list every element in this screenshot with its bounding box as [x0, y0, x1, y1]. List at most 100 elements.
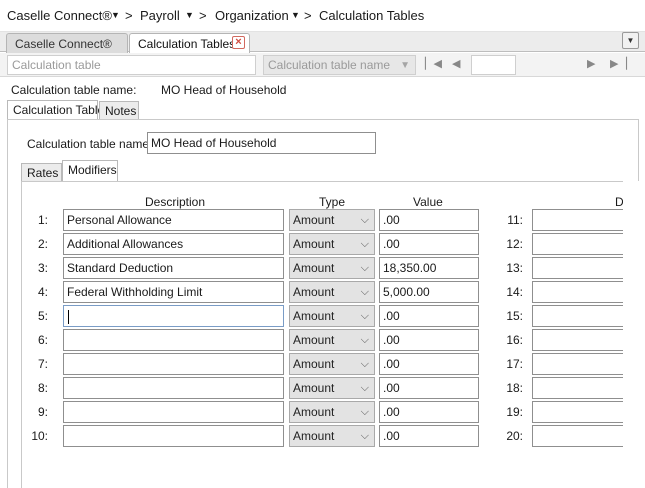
value-value: .00	[383, 405, 400, 419]
type-value: Amount	[293, 261, 335, 275]
breadcrumb-item-caselle-connect[interactable]: Caselle Connect®	[7, 8, 112, 23]
type-select[interactable]: Amount ⌵	[289, 257, 375, 279]
calculation-table-name-value: MO Head of Household	[151, 136, 277, 150]
chevron-down-icon[interactable]: ▼	[291, 10, 300, 20]
type-value: Amount	[293, 213, 335, 227]
value-value: .00	[383, 237, 400, 251]
breadcrumb-separator: >	[199, 8, 207, 23]
type-select[interactable]: Amount ⌵	[289, 377, 375, 399]
column-header-type: Type	[319, 195, 346, 209]
value-value: 18,350.00	[383, 261, 437, 275]
description-field[interactable]	[63, 305, 284, 327]
breadcrumb-item-payroll[interactable]: Payroll	[140, 8, 180, 23]
row-number: 18:	[506, 381, 523, 395]
description-field[interactable]	[63, 377, 284, 399]
description-value: Personal Allowance	[67, 213, 172, 227]
first-record-icon[interactable]: ▏◀	[425, 57, 442, 70]
value-field[interactable]: .00	[379, 305, 479, 327]
description-field[interactable]	[63, 329, 284, 351]
row-number: 15:	[506, 309, 523, 323]
row-number: 19:	[506, 405, 523, 419]
row-number: 2:	[37, 237, 48, 251]
row-number: 6:	[37, 333, 48, 347]
value-field[interactable]: 18,350.00	[379, 257, 479, 279]
type-select[interactable]: Amount ⌵	[289, 425, 375, 447]
row-number: 8:	[37, 381, 48, 395]
value-value: .00	[383, 213, 400, 227]
calculation-table-input[interactable]: Calculation table	[7, 55, 256, 75]
row-number: 7:	[37, 357, 48, 371]
chevron-down-icon: ⌵	[360, 214, 369, 226]
description-field[interactable]	[63, 425, 284, 447]
tab-label: Notes	[105, 104, 137, 118]
type-select[interactable]: Amount ⌵	[289, 353, 375, 375]
value-field[interactable]: .00	[379, 401, 479, 423]
value-field[interactable]: .00	[379, 209, 479, 231]
close-icon[interactable]: ×	[232, 36, 245, 49]
value-field[interactable]: 5,000.00	[379, 281, 479, 303]
description-value: Additional Allowances	[67, 237, 184, 251]
type-select[interactable]: Amount ⌵	[289, 305, 375, 327]
column-header-value: Value	[413, 195, 443, 209]
value-field[interactable]: .00	[379, 353, 479, 375]
breadcrumb-separator: >	[125, 8, 133, 23]
chevron-down-icon: ⌵	[360, 334, 369, 346]
description-field[interactable]	[63, 401, 284, 423]
chevron-down-icon: ⌵	[360, 430, 369, 442]
breadcrumb-separator: >	[304, 8, 312, 23]
tab-menu-button[interactable]: ▼	[622, 32, 639, 49]
type-select[interactable]: Amount ⌵	[289, 329, 375, 351]
type-value: Amount	[293, 309, 335, 323]
value-field[interactable]: .00	[379, 233, 479, 255]
row-number: 14:	[506, 285, 523, 299]
description-field[interactable]: Additional Allowances	[63, 233, 284, 255]
chevron-down-icon: ▼	[400, 60, 410, 71]
calculation-table-name-select[interactable]: Calculation table name ▼	[263, 55, 416, 75]
breadcrumb-item-organization[interactable]: Organization	[215, 8, 289, 23]
form-name-label: Calculation table name:	[27, 137, 153, 151]
value-value: .00	[383, 333, 400, 347]
row-number: 11:	[507, 213, 523, 227]
value-value: .00	[383, 429, 400, 443]
tab-label: Calculation Table	[13, 103, 105, 117]
tab-caselle-connect[interactable]: Caselle Connect®	[6, 33, 128, 53]
chevron-down-icon: ▼	[626, 36, 635, 45]
value-field[interactable]: .00	[379, 329, 479, 351]
row-number: 3:	[37, 261, 48, 275]
text-cursor	[68, 309, 69, 324]
type-select[interactable]: Amount ⌵	[289, 209, 375, 231]
value-field[interactable]: .00	[379, 425, 479, 447]
tab-label: Modifiers	[68, 163, 117, 177]
type-select[interactable]: Amount ⌵	[289, 233, 375, 255]
description-value: Standard Deduction	[67, 261, 174, 275]
row-number: 16:	[506, 333, 523, 347]
value-value: .00	[383, 309, 400, 323]
type-select[interactable]: Amount ⌵	[289, 401, 375, 423]
record-number-input[interactable]	[471, 55, 516, 75]
description-field[interactable]: Federal Withholding Limit	[63, 281, 284, 303]
value-value: 5,000.00	[383, 285, 430, 299]
type-value: Amount	[293, 237, 335, 251]
chevron-down-icon[interactable]: ▼	[185, 10, 194, 20]
chevron-down-icon: ⌵	[360, 286, 369, 298]
description-field[interactable]: Standard Deduction	[63, 257, 284, 279]
description-field[interactable]	[63, 353, 284, 375]
chevron-down-icon[interactable]: ▼	[111, 10, 120, 20]
calculation-table-name-field[interactable]: MO Head of Household	[147, 132, 376, 154]
description-field[interactable]: Personal Allowance	[63, 209, 284, 231]
header-name-label: Calculation table name:	[11, 83, 137, 97]
value-field[interactable]: .00	[379, 377, 479, 399]
chevron-down-icon: ⌵	[360, 310, 369, 322]
previous-record-icon[interactable]: ◀	[452, 57, 460, 70]
type-value: Amount	[293, 429, 335, 443]
row-number: 12:	[506, 237, 523, 251]
next-record-icon[interactable]: ▶	[587, 57, 595, 70]
chevron-down-icon: ⌵	[360, 358, 369, 370]
tab-modifiers[interactable]: Modifiers	[62, 160, 118, 182]
tab-notes[interactable]: Notes	[99, 101, 139, 120]
tab-calculation-table[interactable]: Calculation Table	[7, 100, 104, 119]
type-select[interactable]: Amount ⌵	[289, 281, 375, 303]
tab-rates[interactable]: Rates	[21, 163, 62, 182]
tab-label: Rates	[27, 166, 59, 180]
last-record-icon[interactable]: ▶▕	[610, 57, 627, 70]
